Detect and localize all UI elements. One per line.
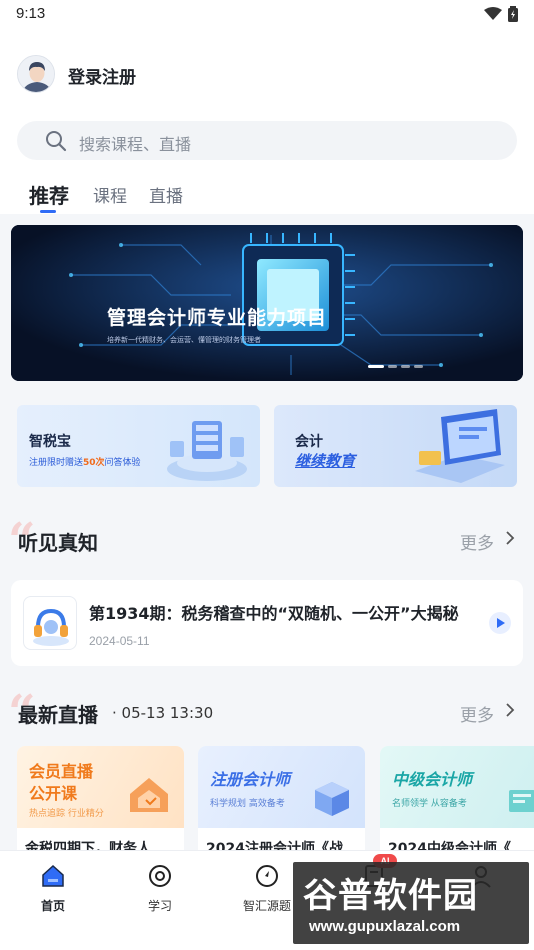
search-placeholder: 搜索课程、直播 — [79, 135, 192, 154]
chevron-right-icon[interactable] — [504, 530, 516, 546]
live-card-cover: 会员直播 公开课 热点追踪 行业精分 — [17, 746, 184, 828]
cover-subtitle: 科学规划 高效备考 — [210, 799, 285, 809]
carousel-dot — [414, 365, 423, 368]
live-card[interactable]: 会员直播 公开课 热点追踪 行业精分 金税四期下，财务人 — [17, 746, 184, 866]
podcast-thumbnail — [23, 596, 77, 650]
carousel-dot — [401, 365, 410, 368]
carousel-dot — [388, 365, 397, 368]
home-icon — [42, 864, 64, 887]
login-register-link[interactable]: 登录注册 — [68, 63, 136, 88]
watermark: 谷普软件园 www.gupuxlazal.com — [293, 862, 529, 944]
user-avatar-icon — [18, 56, 54, 92]
cover-title: 会员直播 — [29, 762, 94, 781]
tab-active-indicator — [40, 210, 56, 213]
live-card-cover: 中级会计师 名师领学 从容备考 — [380, 746, 534, 828]
nav-label: 学习 — [147, 899, 172, 913]
cover-title: 注册会计师 — [210, 770, 291, 789]
cube-illustration-icon — [315, 782, 349, 816]
wifi-icon — [484, 7, 502, 20]
status-bar: 9:13 — [0, 0, 534, 30]
more-link[interactable]: 更多 — [460, 529, 494, 554]
promo-card-continuing-education[interactable]: 会计 继续教育 — [274, 405, 517, 487]
promo-subtitle: 注册限时赠送50次问答体验 — [29, 458, 141, 468]
battery-icon — [508, 6, 518, 22]
carousel-dot — [368, 365, 384, 368]
header: 登录注册 搜索课程、直播 推荐 课程 直播 — [0, 30, 534, 214]
cover-title: 中级会计师 — [392, 770, 473, 789]
tab-recommend[interactable]: 推荐 — [29, 180, 69, 209]
podcast-section-header: “ 听见真知 更多 — [0, 517, 534, 565]
promo-subtitle: 继续教育 — [295, 452, 356, 470]
house-illustration-icon — [130, 778, 168, 812]
nav-home[interactable]: 首页 — [8, 863, 98, 914]
live-section-header: “ 最新直播 · 05-13 13:30 更多 — [0, 689, 534, 737]
banner-title: 管理会计师专业能力项目 — [107, 307, 328, 329]
banner-subtitle: 培养新一代精财务、会运营、懂管理的财务管理者 — [107, 336, 261, 344]
cover-title-line2: 公开课 — [29, 784, 78, 803]
play-button[interactable] — [489, 612, 511, 634]
watermark-title: 谷普软件园 — [303, 876, 478, 916]
nav-learn[interactable]: 学习 — [115, 863, 205, 914]
headset-icon — [33, 608, 69, 646]
server-illustration-icon — [167, 421, 247, 481]
live-time: · 05-13 13:30 — [112, 704, 214, 722]
section-title: 听见真知 — [18, 531, 98, 555]
live-card[interactable]: 注册会计师 科学规划 高效备考 2024注册会计师《战 — [198, 746, 365, 866]
search-input[interactable]: 搜索课程、直播 — [17, 121, 517, 160]
podcast-date: 2024-05-11 — [89, 634, 150, 648]
learn-icon — [149, 865, 171, 887]
book-illustration-icon — [509, 790, 534, 812]
chevron-right-icon[interactable] — [504, 702, 516, 718]
play-icon — [497, 618, 505, 628]
live-card-cover: 注册会计师 科学规划 高效备考 — [198, 746, 365, 828]
search-icon — [46, 131, 67, 152]
nav-label: 首页 — [40, 899, 65, 913]
promo-title: 会计 — [295, 434, 323, 450]
cover-subtitle: 热点追踪 行业精分 — [29, 809, 104, 819]
carousel-indicator — [368, 365, 423, 368]
watermark-url: www.gupuxlazal.com — [309, 918, 461, 935]
tab-live[interactable]: 直播 — [149, 182, 183, 207]
banner-carousel[interactable]: 管理会计师专业能力项目 培养新一代精财务、会运营、懂管理的财务管理者 — [11, 225, 523, 381]
live-card[interactable]: 中级会计师 名师领学 从容备考 2024中级会计师《 — [380, 746, 534, 866]
podcast-item[interactable]: 第1934期：税务稽查中的“双随机、一公开”大揭秘 2024-05-11 — [11, 580, 523, 666]
more-link[interactable]: 更多 — [460, 701, 494, 726]
status-time: 9:13 — [16, 5, 46, 22]
cover-subtitle: 名师领学 从容备考 — [392, 799, 467, 809]
promo-card-zhishuibao[interactable]: 智税宝 注册限时赠送50次问答体验 — [17, 405, 260, 487]
avatar[interactable] — [17, 55, 55, 93]
podcast-title: 第1934期：税务稽查中的“双随机、一公开”大揭秘 — [89, 604, 459, 623]
compass-icon — [256, 865, 278, 887]
section-title: 最新直播 — [18, 703, 98, 727]
promo-title: 智税宝 — [29, 434, 71, 450]
laptop-illustration-icon — [415, 409, 505, 483]
tab-courses[interactable]: 课程 — [93, 182, 127, 207]
tab-bar: 推荐 课程 直播 — [0, 180, 534, 214]
